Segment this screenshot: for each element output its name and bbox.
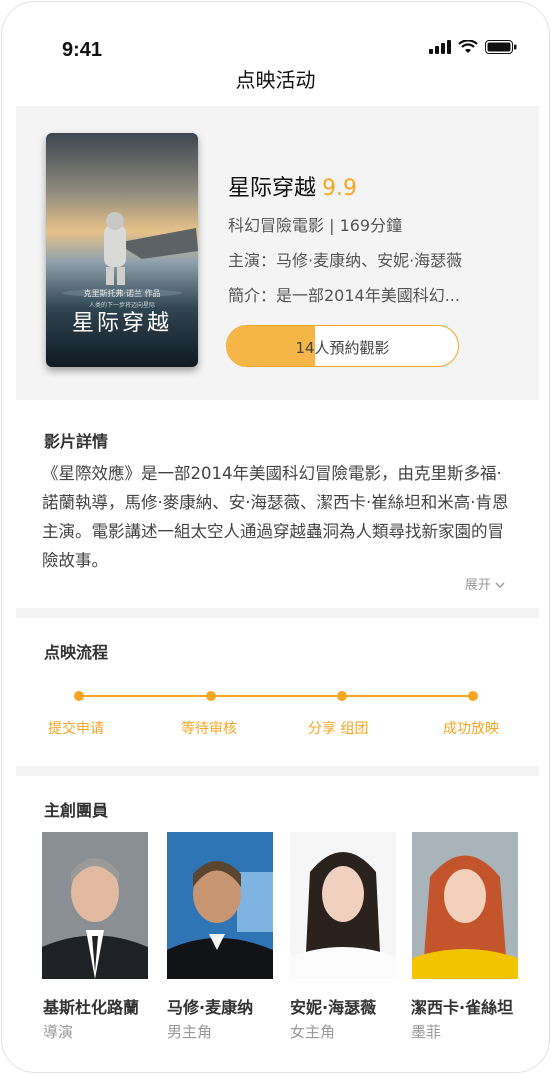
signal-icon bbox=[429, 40, 451, 54]
expand-label: 展开 bbox=[464, 578, 491, 593]
film-name: 星际穿越 bbox=[228, 176, 317, 201]
step-label: 等待审核 bbox=[181, 721, 237, 737]
wifi-icon bbox=[458, 40, 478, 53]
expand-button[interactable]: 展开 bbox=[465, 574, 505, 593]
section-divider bbox=[16, 766, 539, 776]
cast-name: 马修·麦康纳 bbox=[167, 998, 254, 1017]
step-dot bbox=[74, 691, 84, 701]
cast-section-title: 主創團員 bbox=[44, 801, 109, 820]
battery-icon bbox=[485, 40, 517, 54]
film-header-card: 克里斯托弗·诺兰 作品 人类的下一步将迈向星际 星际穿越 星际穿越 9.9 科幻冒… bbox=[16, 106, 539, 400]
section-divider bbox=[16, 608, 539, 618]
step-label: 分享 组团 bbox=[308, 721, 369, 737]
film-name-row: 星际穿越 9.9 bbox=[228, 170, 357, 202]
film-genre-duration: 科幻冒險電影 | 169分鐘 bbox=[228, 216, 403, 235]
status-icons bbox=[429, 40, 517, 54]
step-dot bbox=[468, 691, 478, 701]
cast-name: 基斯杜化路蘭 bbox=[43, 998, 140, 1017]
cast-name: 潔西卡·雀絲坦 bbox=[411, 998, 514, 1017]
process-section-title: 点映流程 bbox=[44, 643, 109, 662]
status-time: 9:41 bbox=[62, 39, 103, 61]
detail-section-title: 影片詳情 bbox=[44, 432, 109, 451]
step-dot bbox=[206, 691, 216, 701]
cast-role: 女主角 bbox=[290, 1023, 336, 1041]
detail-description: 《星際效應》是一部2014年美國科幻冒險電影，由克里斯多福·諾蘭執導，馬修·麥康… bbox=[42, 464, 509, 570]
film-cast-line: 主演：马修·麦康纳、安妮·海瑟薇 bbox=[228, 251, 463, 270]
chevron-down-icon bbox=[495, 582, 505, 588]
cast-photo[interactable] bbox=[412, 832, 518, 979]
film-poster[interactable]: 克里斯托弗·诺兰 作品 人类的下一步将迈向星际 星际穿越 bbox=[46, 133, 198, 367]
cast-role: 導演 bbox=[43, 1023, 74, 1041]
step-label: 提交申请 bbox=[48, 721, 104, 737]
film-intro: 簡介：是一部2014年美國科幻... bbox=[228, 286, 460, 305]
process-line bbox=[79, 695, 474, 697]
cast-photo[interactable] bbox=[42, 832, 148, 979]
step-label: 成功放映 bbox=[443, 721, 499, 737]
poster-title: 星际穿越 bbox=[71, 311, 172, 336]
phone-screen: 9:41 点映活动 克里斯托弗·诺兰 作品 人类的下一步将迈向星际 星际穿越 星… bbox=[1, 1, 550, 1073]
page-title: 点映活动 bbox=[235, 68, 316, 92]
cast-name: 安妮·海瑟薇 bbox=[290, 998, 377, 1017]
poster-director: 克里斯托弗·诺兰 作品 bbox=[83, 289, 161, 298]
reserve-button[interactable]: 14人預約觀影 bbox=[226, 325, 459, 367]
step-dot bbox=[337, 691, 347, 701]
cast-role: 墨菲 bbox=[411, 1023, 442, 1041]
cast-photo[interactable] bbox=[167, 832, 273, 979]
film-score: 9.9 bbox=[322, 176, 358, 201]
cast-role: 男主角 bbox=[167, 1023, 213, 1041]
cast-photo[interactable] bbox=[290, 832, 396, 979]
reserve-label: 14人預約觀影 bbox=[295, 339, 390, 357]
